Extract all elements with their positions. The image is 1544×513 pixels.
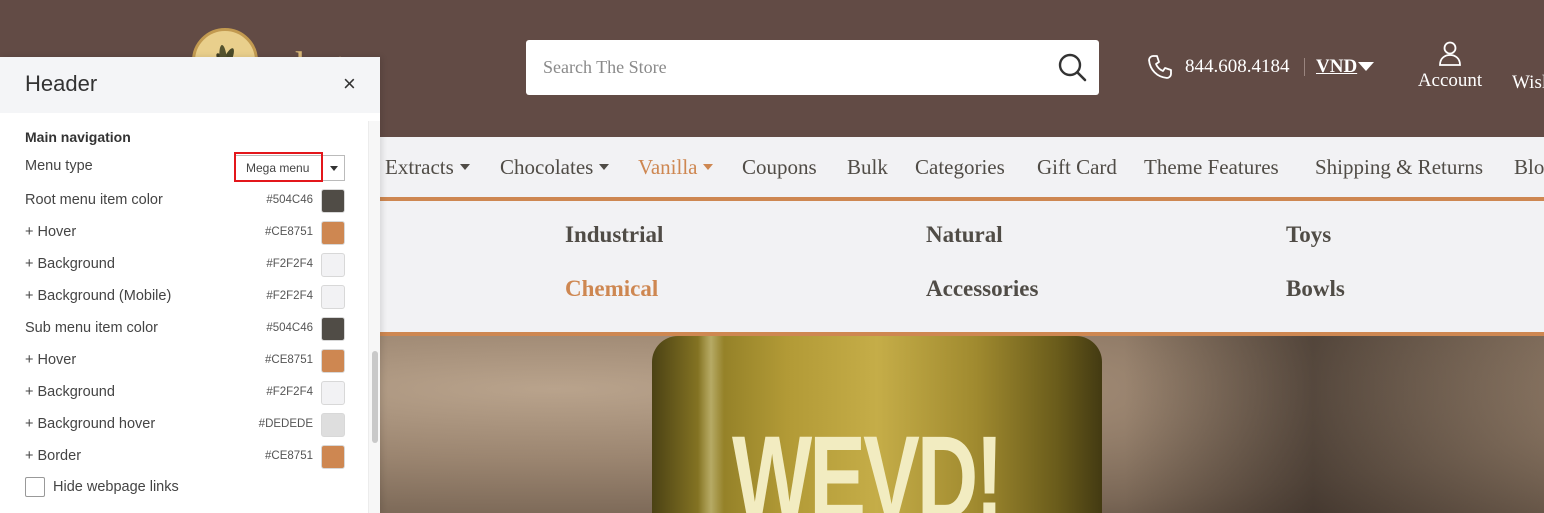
color-swatch[interactable] <box>321 381 345 405</box>
setting-row: Sub menu item color #504C46 <box>25 317 345 341</box>
color-swatch[interactable] <box>321 317 345 341</box>
nav-item-label: Chocolates <box>500 155 594 179</box>
hide-links-checkbox[interactable] <box>25 477 45 497</box>
chevron-down-icon <box>703 164 714 171</box>
bottle-label-text: WEVD! <box>732 412 1004 513</box>
mega-item-bowls[interactable]: Bowls <box>1286 276 1345 302</box>
user-icon <box>1439 41 1461 66</box>
menu-type-select[interactable]: Mega menu <box>234 152 345 182</box>
setting-row: + Background #F2F2F4 <box>25 381 345 405</box>
nav-item-gift-card[interactable]: Gift Card <box>1037 155 1117 180</box>
panel-body: Main navigation Menu type Mega menu Root… <box>0 113 368 513</box>
setting-row: + Background (Mobile) #F2F2F4 <box>25 285 345 309</box>
bottle-highlight <box>698 336 724 513</box>
setting-row: + Hover #CE8751 <box>25 349 345 373</box>
panel-header: Header × <box>0 57 380 113</box>
mega-item-natural[interactable]: Natural <box>926 222 1003 248</box>
nav-item-label: Extracts <box>385 155 454 179</box>
setting-row: + Background #F2F2F4 <box>25 253 345 277</box>
setting-label: + Background <box>25 256 115 272</box>
setting-row: + Background hover #DEDEDE <box>25 413 345 437</box>
color-swatch[interactable] <box>321 189 345 213</box>
nav-item-chocolates[interactable]: Chocolates <box>500 155 610 180</box>
setting-label: + Border <box>25 448 82 464</box>
setting-hex: #DEDEDE <box>258 418 313 430</box>
chevron-down-icon <box>330 166 338 171</box>
color-swatch[interactable] <box>321 413 345 437</box>
setting-hex: #F2F2F4 <box>266 386 313 398</box>
nav-item-label: Vanilla <box>638 155 698 179</box>
nav-item-blog[interactable]: Blo <box>1514 155 1544 180</box>
mega-item-industrial[interactable]: Industrial <box>565 222 663 248</box>
section-title: Main navigation <box>25 129 131 145</box>
setting-hex: #CE8751 <box>265 450 313 462</box>
menu-type-row: Menu type Mega menu <box>25 152 345 182</box>
setting-label: Sub menu item color <box>25 320 158 336</box>
setting-label: + Background (Mobile) <box>25 288 172 304</box>
nav-item-shipping-returns[interactable]: Shipping & Returns <box>1315 155 1483 180</box>
phone-icon <box>1148 55 1172 79</box>
chevron-down-icon <box>459 164 470 171</box>
search-icon[interactable] <box>1057 52 1089 84</box>
nav-item-extracts[interactable]: Extracts <box>385 155 470 180</box>
panel-scrollbar[interactable] <box>368 121 380 513</box>
color-swatch[interactable] <box>321 349 345 373</box>
highlight-box <box>234 152 323 182</box>
color-swatch[interactable] <box>321 253 345 277</box>
close-icon[interactable]: × <box>343 73 356 95</box>
account-label: Account <box>1417 70 1483 91</box>
nav-item-theme-features[interactable]: Theme Features <box>1144 155 1279 180</box>
menu-type-label: Menu type <box>25 158 93 174</box>
setting-row: + Hover #CE8751 <box>25 221 345 245</box>
chevron-down-icon <box>599 164 610 171</box>
setting-label: + Hover <box>25 224 77 240</box>
setting-label: Root menu item color <box>25 192 163 208</box>
setting-hex: #CE8751 <box>265 354 313 366</box>
divider <box>1304 58 1305 76</box>
setting-hex: #F2F2F4 <box>266 258 313 270</box>
setting-label: + Hover <box>25 352 77 368</box>
setting-label: + Background hover <box>25 416 156 432</box>
chevron-down-icon[interactable] <box>1358 62 1374 71</box>
scrollbar-thumb[interactable] <box>372 351 378 443</box>
mega-item-chemical[interactable]: Chemical <box>565 276 658 302</box>
setting-row: Root menu item color #504C46 <box>25 189 345 213</box>
hide-links-label: Hide webpage links <box>53 479 179 495</box>
setting-label: + Background <box>25 384 115 400</box>
mega-item-toys[interactable]: Toys <box>1286 222 1331 248</box>
account-link[interactable]: Account <box>1412 40 1488 92</box>
search-input[interactable] <box>526 40 1046 95</box>
wishlist-link[interactable]: Wisl <box>1512 72 1544 94</box>
phone-number[interactable]: 844.608.4184 <box>1185 56 1290 78</box>
nav-item-coupons[interactable]: Coupons <box>742 155 817 180</box>
hero-banner-image: WEVD! <box>380 336 1544 513</box>
nav-item-vanilla[interactable]: Vanilla <box>638 155 714 180</box>
currency-selector[interactable]: VND <box>1316 56 1357 78</box>
panel-title: Header <box>25 71 98 96</box>
color-swatch[interactable] <box>321 221 345 245</box>
nav-item-bulk[interactable]: Bulk <box>847 155 888 180</box>
nav-item-categories[interactable]: Categories <box>915 155 1005 180</box>
color-swatch[interactable] <box>321 285 345 309</box>
hero-shadow <box>1124 336 1544 513</box>
mega-menu-dropdown <box>380 197 1544 336</box>
color-swatch[interactable] <box>321 445 345 469</box>
setting-hex: #504C46 <box>266 194 313 206</box>
setting-hex: #504C46 <box>266 322 313 334</box>
setting-row: + Border #CE8751 <box>25 445 345 469</box>
setting-hex: #CE8751 <box>265 226 313 238</box>
header-settings-panel: Header × Main navigation Menu type Mega … <box>0 57 380 513</box>
search-box <box>526 40 1099 95</box>
setting-hex: #F2F2F4 <box>266 290 313 302</box>
mega-item-accessories[interactable]: Accessories <box>926 276 1038 302</box>
